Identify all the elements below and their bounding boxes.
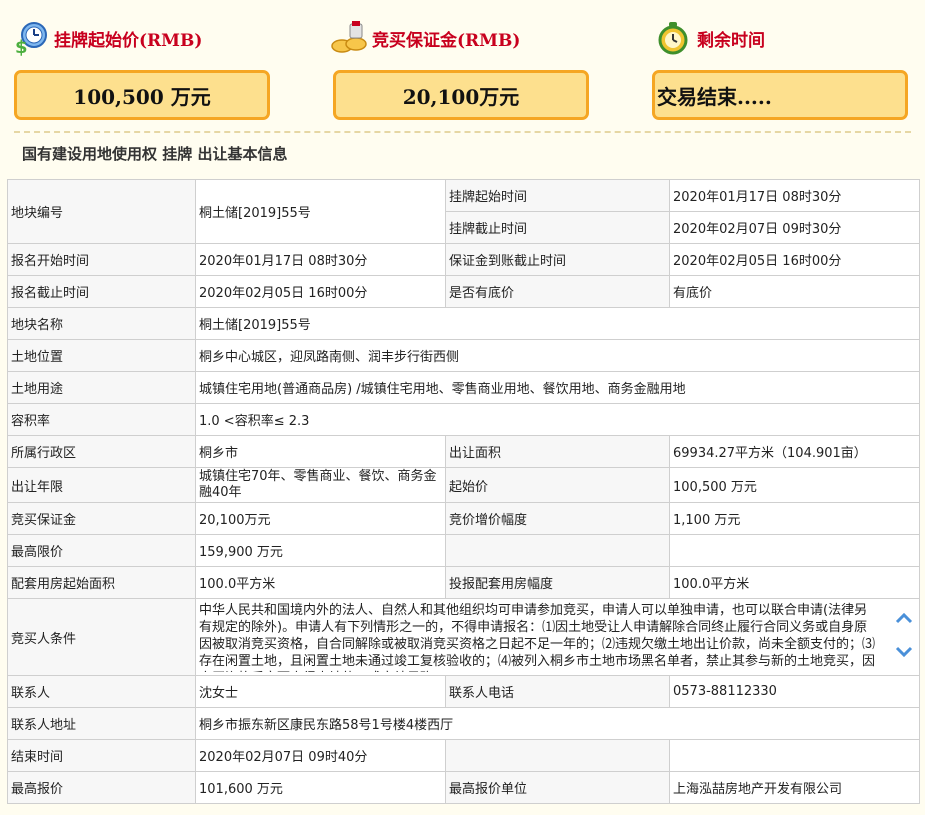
remaining-time-title: 剩余时间 [697,30,765,51]
parcel-no-label: 地块编号 [7,179,196,244]
start-price-value: 100,500 万元 [669,467,920,503]
conditions-scroller[interactable] [892,612,916,662]
empty-cell [669,534,920,567]
deposit-label: 竞买保证金 [7,502,196,535]
listing-end-label: 挂牌截止时间 [445,211,670,244]
table-row: 土地位置 桐乡中心城区，迎凤路南侧、润丰步行街西侧 [7,339,920,372]
deposit-deadline-label: 保证金到账截止时间 [445,243,670,276]
district-label: 所属行政区 [7,435,196,468]
table-row: 容积率 1.0 <容积率≤ 2.3 [7,403,920,436]
listing-start-value: 2020年01月17日 08时30分 [669,179,920,212]
reg-start-label: 报名开始时间 [7,243,196,276]
deposit-title: 竞买保证金(RMB) [372,30,521,51]
location-value: 桐乡中心城区，迎凤路南侧、润丰步行街西侧 [195,339,920,372]
usage-value: 城镇住宅用地(普通商品房) /城镇住宅用地、零售商业用地、餐饮用地、商务金融用地 [195,371,920,404]
parcel-name-label: 地块名称 [7,307,196,340]
remaining-time-header: 剩余时间 [655,18,765,58]
housing-start-label: 配套用房起始面积 [7,566,196,599]
empty-cell [445,739,670,772]
chevron-down-icon[interactable] [895,646,913,662]
max-price-value: 159,900 万元 [195,534,446,567]
deposit-header: 竞买保证金(RMB) [330,18,520,58]
parcel-no-value: 桐土储[2019]55号 [195,179,446,244]
listing-end-value: 2020年02月07日 09时30分 [669,211,920,244]
empty-cell [445,534,670,567]
chevron-up-icon[interactable] [895,612,913,628]
end-time-value: 2020年02月07日 09时40分 [195,739,446,772]
housing-start-value: 100.0平方米 [195,566,446,599]
reg-start-value: 2020年01月17日 08时30分 [195,243,446,276]
table-row: 联系人地址 桐乡市振东新区康民东路58号1号楼4楼西厅 [7,707,920,740]
term-label: 出让年限 [7,467,196,503]
start-price-header: $ 挂牌起始价(RMB) [12,18,202,58]
far-value: 1.0 <容积率≤ 2.3 [195,403,920,436]
reserve-label: 是否有底价 [445,275,670,308]
dashed-divider [14,131,911,133]
area-value: 69934.27平方米（104.901亩） [669,435,920,468]
conditions-cell: 中华人民共和国境内外的法人、自然人和其他组织均可申请参加竞买，申请人可以单独申请… [195,598,920,676]
section-title: 国有建设用地使用权 挂牌 出让基本信息 [22,145,288,163]
contact-label: 联系人 [7,675,196,708]
phone-label: 联系人电话 [445,675,670,708]
table-row: 联系人 沈女士 联系人电话 0573-88112330 [7,675,920,708]
phone-value: 0573-88112330 [669,675,920,708]
address-value: 桐乡市振东新区康民东路58号1号楼4楼西厅 [195,707,920,740]
housing-step-value: 100.0平方米 [669,566,920,599]
reg-end-label: 报名截止时间 [7,275,196,308]
conditions-label: 竞买人条件 [7,598,196,676]
housing-step-label: 投报配套用房幅度 [445,566,670,599]
increment-value: 1,100 万元 [669,502,920,535]
reg-end-value: 2020年02月05日 16时00分 [195,275,446,308]
top-bid-label: 最高报价 [7,771,196,804]
end-time-label: 结束时间 [7,739,196,772]
table-row: 出让年限 城镇住宅70年、零售商业、餐饮、商务金融40年 起始价 100,500… [7,467,920,503]
table-row: 最高报价 101,600 万元 最高报价单位 上海泓喆房地产开发有限公司 [7,771,920,804]
start-price-label: 起始价 [445,467,670,503]
area-label: 出让面积 [445,435,670,468]
reserve-value: 有底价 [669,275,920,308]
table-row: 所属行政区 桐乡市 出让面积 69934.27平方米（104.901亩） [7,435,920,468]
increment-label: 竞价增价幅度 [445,502,670,535]
svg-text:$: $ [15,37,28,56]
empty-cell [669,739,920,772]
money-clock-icon: $ [12,20,48,58]
address-label: 联系人地址 [7,707,196,740]
listing-start-label: 挂牌起始时间 [445,179,670,212]
coins-icon [330,20,367,56]
top-bidder-label: 最高报价单位 [445,771,670,804]
table-row: 土地用途 城镇住宅用地(普通商品房) /城镇住宅用地、零售商业用地、餐饮用地、商… [7,371,920,404]
table-row: 竞买保证金 20,100万元 竞价增价幅度 1,100 万元 [7,502,920,535]
start-price-box: 100,500 万元 [14,70,270,120]
parcel-name-value: 桐土储[2019]55号 [195,307,920,340]
start-price-title: 挂牌起始价(RMB) [54,30,203,51]
summary-header: $ 挂牌起始价(RMB) 竞买保证金(RMB) 剩余时间 100,500 万元 … [0,0,925,130]
table-row: 最高限价 159,900 万元 [7,534,920,567]
table-row: 地块名称 桐土储[2019]55号 [7,307,920,340]
top-bid-value: 101,600 万元 [195,771,446,804]
contact-value: 沈女士 [195,675,446,708]
top-bidder-value: 上海泓喆房地产开发有限公司 [669,771,920,804]
max-price-label: 最高限价 [7,534,196,567]
land-info-table: 地块编号 桐土储[2019]55号 挂牌起始时间 2020年01月17日 08时… [7,179,920,804]
remaining-time-box: 交易结束..... [652,70,908,120]
table-row: 地块编号 桐土储[2019]55号 挂牌起始时间 2020年01月17日 08时… [7,179,920,244]
usage-label: 土地用途 [7,371,196,404]
deposit-deadline-value: 2020年02月05日 16时00分 [669,243,920,276]
conditions-text: 中华人民共和国境内外的法人、自然人和其他组织均可申请参加竞买，申请人可以单独申请… [199,603,875,672]
table-row: 报名截止时间 2020年02月05日 16时00分 是否有底价 有底价 [7,275,920,308]
table-row: 配套用房起始面积 100.0平方米 投报配套用房幅度 100.0平方米 [7,566,920,599]
deposit-box: 20,100万元 [333,70,589,120]
table-row: 竞买人条件 中华人民共和国境内外的法人、自然人和其他组织均可申请参加竞买，申请人… [7,598,920,676]
district-value: 桐乡市 [195,435,446,468]
table-row: 结束时间 2020年02月07日 09时40分 [7,739,920,772]
far-label: 容积率 [7,403,196,436]
table-row: 报名开始时间 2020年01月17日 08时30分 保证金到账截止时间 2020… [7,243,920,276]
deposit-value: 20,100万元 [195,502,446,535]
location-label: 土地位置 [7,339,196,372]
alarm-clock-icon [655,20,691,56]
term-value: 城镇住宅70年、零售商业、餐饮、商务金融40年 [195,467,446,503]
